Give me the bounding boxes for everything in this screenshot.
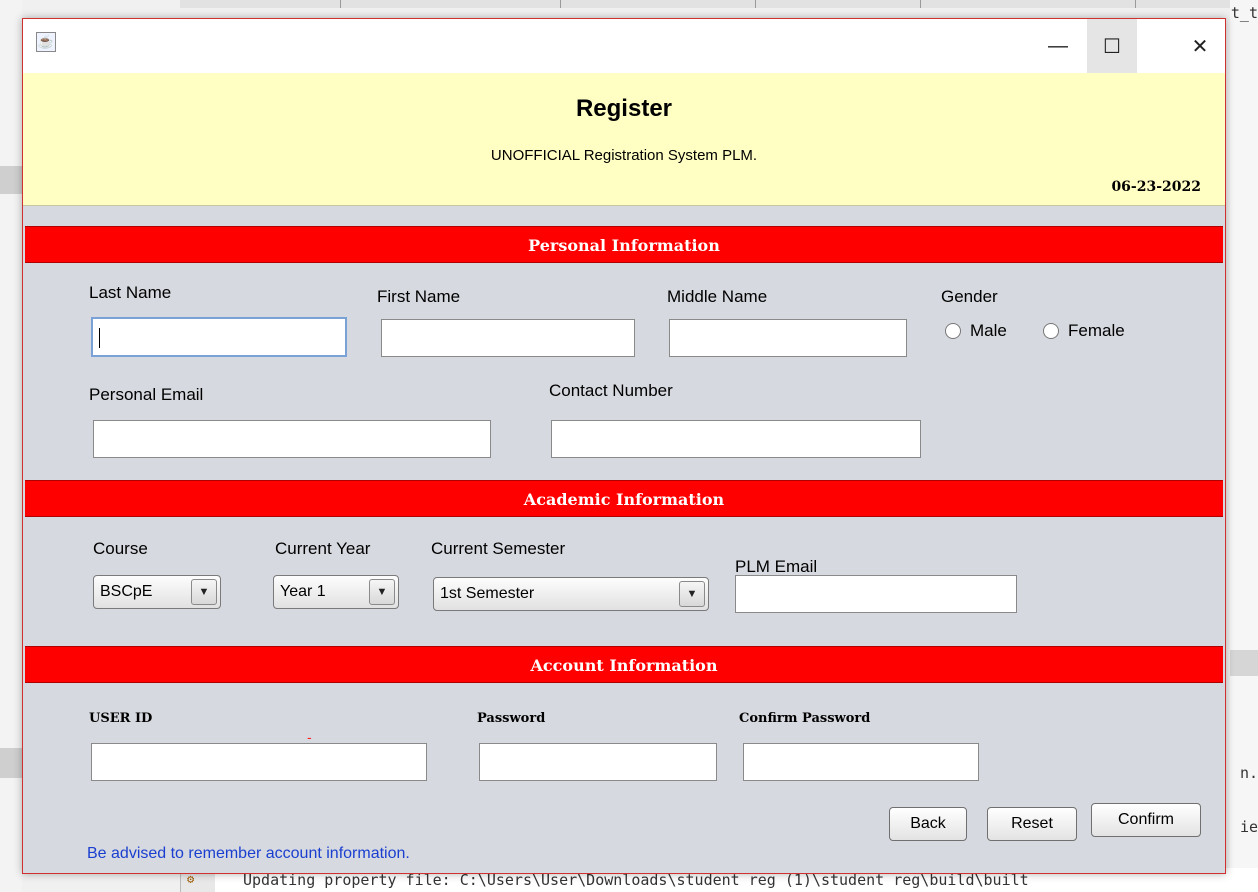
personal-email-label: Personal Email — [89, 385, 204, 404]
chevron-down-icon: ▼ — [679, 581, 705, 607]
course-label: Course — [93, 539, 148, 558]
course-selected-value: BSCpE — [100, 583, 153, 600]
password-label: Password — [477, 711, 546, 726]
plm-email-label: PLM Email — [735, 557, 818, 576]
page-subtitle: UNOFFICIAL Registration System PLM. — [490, 147, 758, 164]
first-name-label: First Name — [377, 287, 461, 306]
radio-circle — [945, 323, 961, 339]
first-name-input[interactable] — [381, 319, 635, 357]
middle-name-label: Middle Name — [667, 287, 768, 306]
personal-email-input[interactable] — [93, 420, 491, 458]
build-icon: ⚙ — [187, 872, 195, 886]
ide-tab-divider — [1135, 0, 1136, 8]
window-titlebar[interactable]: ☕ — ☐ ✕ — [23, 19, 1225, 73]
gender-female-label: Female — [1068, 321, 1125, 340]
semester-selected-value: 1st Semester — [440, 585, 535, 602]
contact-number-input[interactable] — [551, 420, 921, 458]
confirm-password-label: Confirm Password — [739, 711, 871, 726]
java-icon: ☕ — [36, 32, 56, 52]
ide-editor-tabs — [180, 0, 1258, 8]
ide-tab-divider — [755, 0, 756, 8]
maximize-button[interactable]: ☐ — [1087, 19, 1137, 73]
user-id-label: USER ID — [89, 711, 153, 726]
section-account-information: Account Information — [25, 646, 1223, 683]
ide-tab-fragment: t_t — [1230, 4, 1258, 22]
ide-right-panel: t_t n. ie — [1230, 0, 1258, 892]
text-caret — [99, 328, 100, 348]
course-select[interactable]: BSCpE ▼ — [93, 575, 221, 609]
last-name-label: Last Name — [89, 283, 172, 302]
ide-console-fragment: n. — [1239, 764, 1258, 782]
ide-left-panel — [0, 0, 22, 892]
radio-circle — [1043, 323, 1059, 339]
back-button[interactable]: Back — [889, 807, 967, 841]
gender-female-radio[interactable]: Female — [1043, 321, 1125, 341]
maximize-icon: ☐ — [1103, 35, 1121, 58]
plm-email-input[interactable] — [735, 575, 1017, 613]
section-academic-information: Academic Information — [25, 480, 1223, 517]
gender-male-radio[interactable]: Male — [945, 321, 1007, 341]
user-id-input[interactable] — [91, 743, 427, 781]
year-selected-value: Year 1 — [280, 583, 326, 600]
gender-male-label: Male — [970, 321, 1007, 340]
page-title: Register — [575, 95, 673, 122]
ide-right-bar — [1230, 650, 1258, 676]
chevron-down-icon: ▼ — [191, 579, 217, 605]
register-window: ☕ — ☐ ✕ Register UNOFFICIAL Registration… — [22, 18, 1226, 874]
form-content: Register UNOFFICIAL Registration System … — [23, 73, 1225, 873]
reset-button[interactable]: Reset — [987, 807, 1077, 841]
close-button[interactable]: ✕ — [1175, 19, 1225, 73]
chevron-down-icon: ▼ — [369, 579, 395, 605]
ide-tab-divider — [920, 0, 921, 8]
header-panel: Register UNOFFICIAL Registration System … — [23, 73, 1225, 206]
minimize-button[interactable]: — — [1033, 19, 1083, 73]
ide-left-stripe — [0, 748, 22, 778]
minimize-icon: — — [1048, 34, 1068, 57]
advice-text: Be advised to remember account informati… — [87, 845, 410, 862]
section-personal-information: Personal Information — [25, 226, 1223, 263]
confirm-password-input[interactable] — [743, 743, 979, 781]
ide-tab-divider — [340, 0, 341, 8]
middle-name-input[interactable] — [669, 319, 907, 357]
last-name-input[interactable] — [91, 317, 347, 357]
current-date: 06-23-2022 — [1111, 179, 1201, 195]
ide-console-fragment: ie — [1239, 818, 1258, 836]
confirm-button[interactable]: Confirm — [1091, 803, 1201, 837]
current-year-select[interactable]: Year 1 ▼ — [273, 575, 399, 609]
close-icon: ✕ — [1191, 35, 1209, 58]
ide-tab-divider — [560, 0, 561, 8]
ide-left-stripe — [0, 166, 22, 194]
current-semester-label: Current Semester — [431, 539, 566, 558]
current-semester-select[interactable]: 1st Semester ▼ — [433, 577, 709, 611]
gender-label: Gender — [941, 287, 998, 306]
contact-number-label: Contact Number — [549, 381, 673, 400]
password-input[interactable] — [479, 743, 717, 781]
current-year-label: Current Year — [275, 539, 371, 558]
